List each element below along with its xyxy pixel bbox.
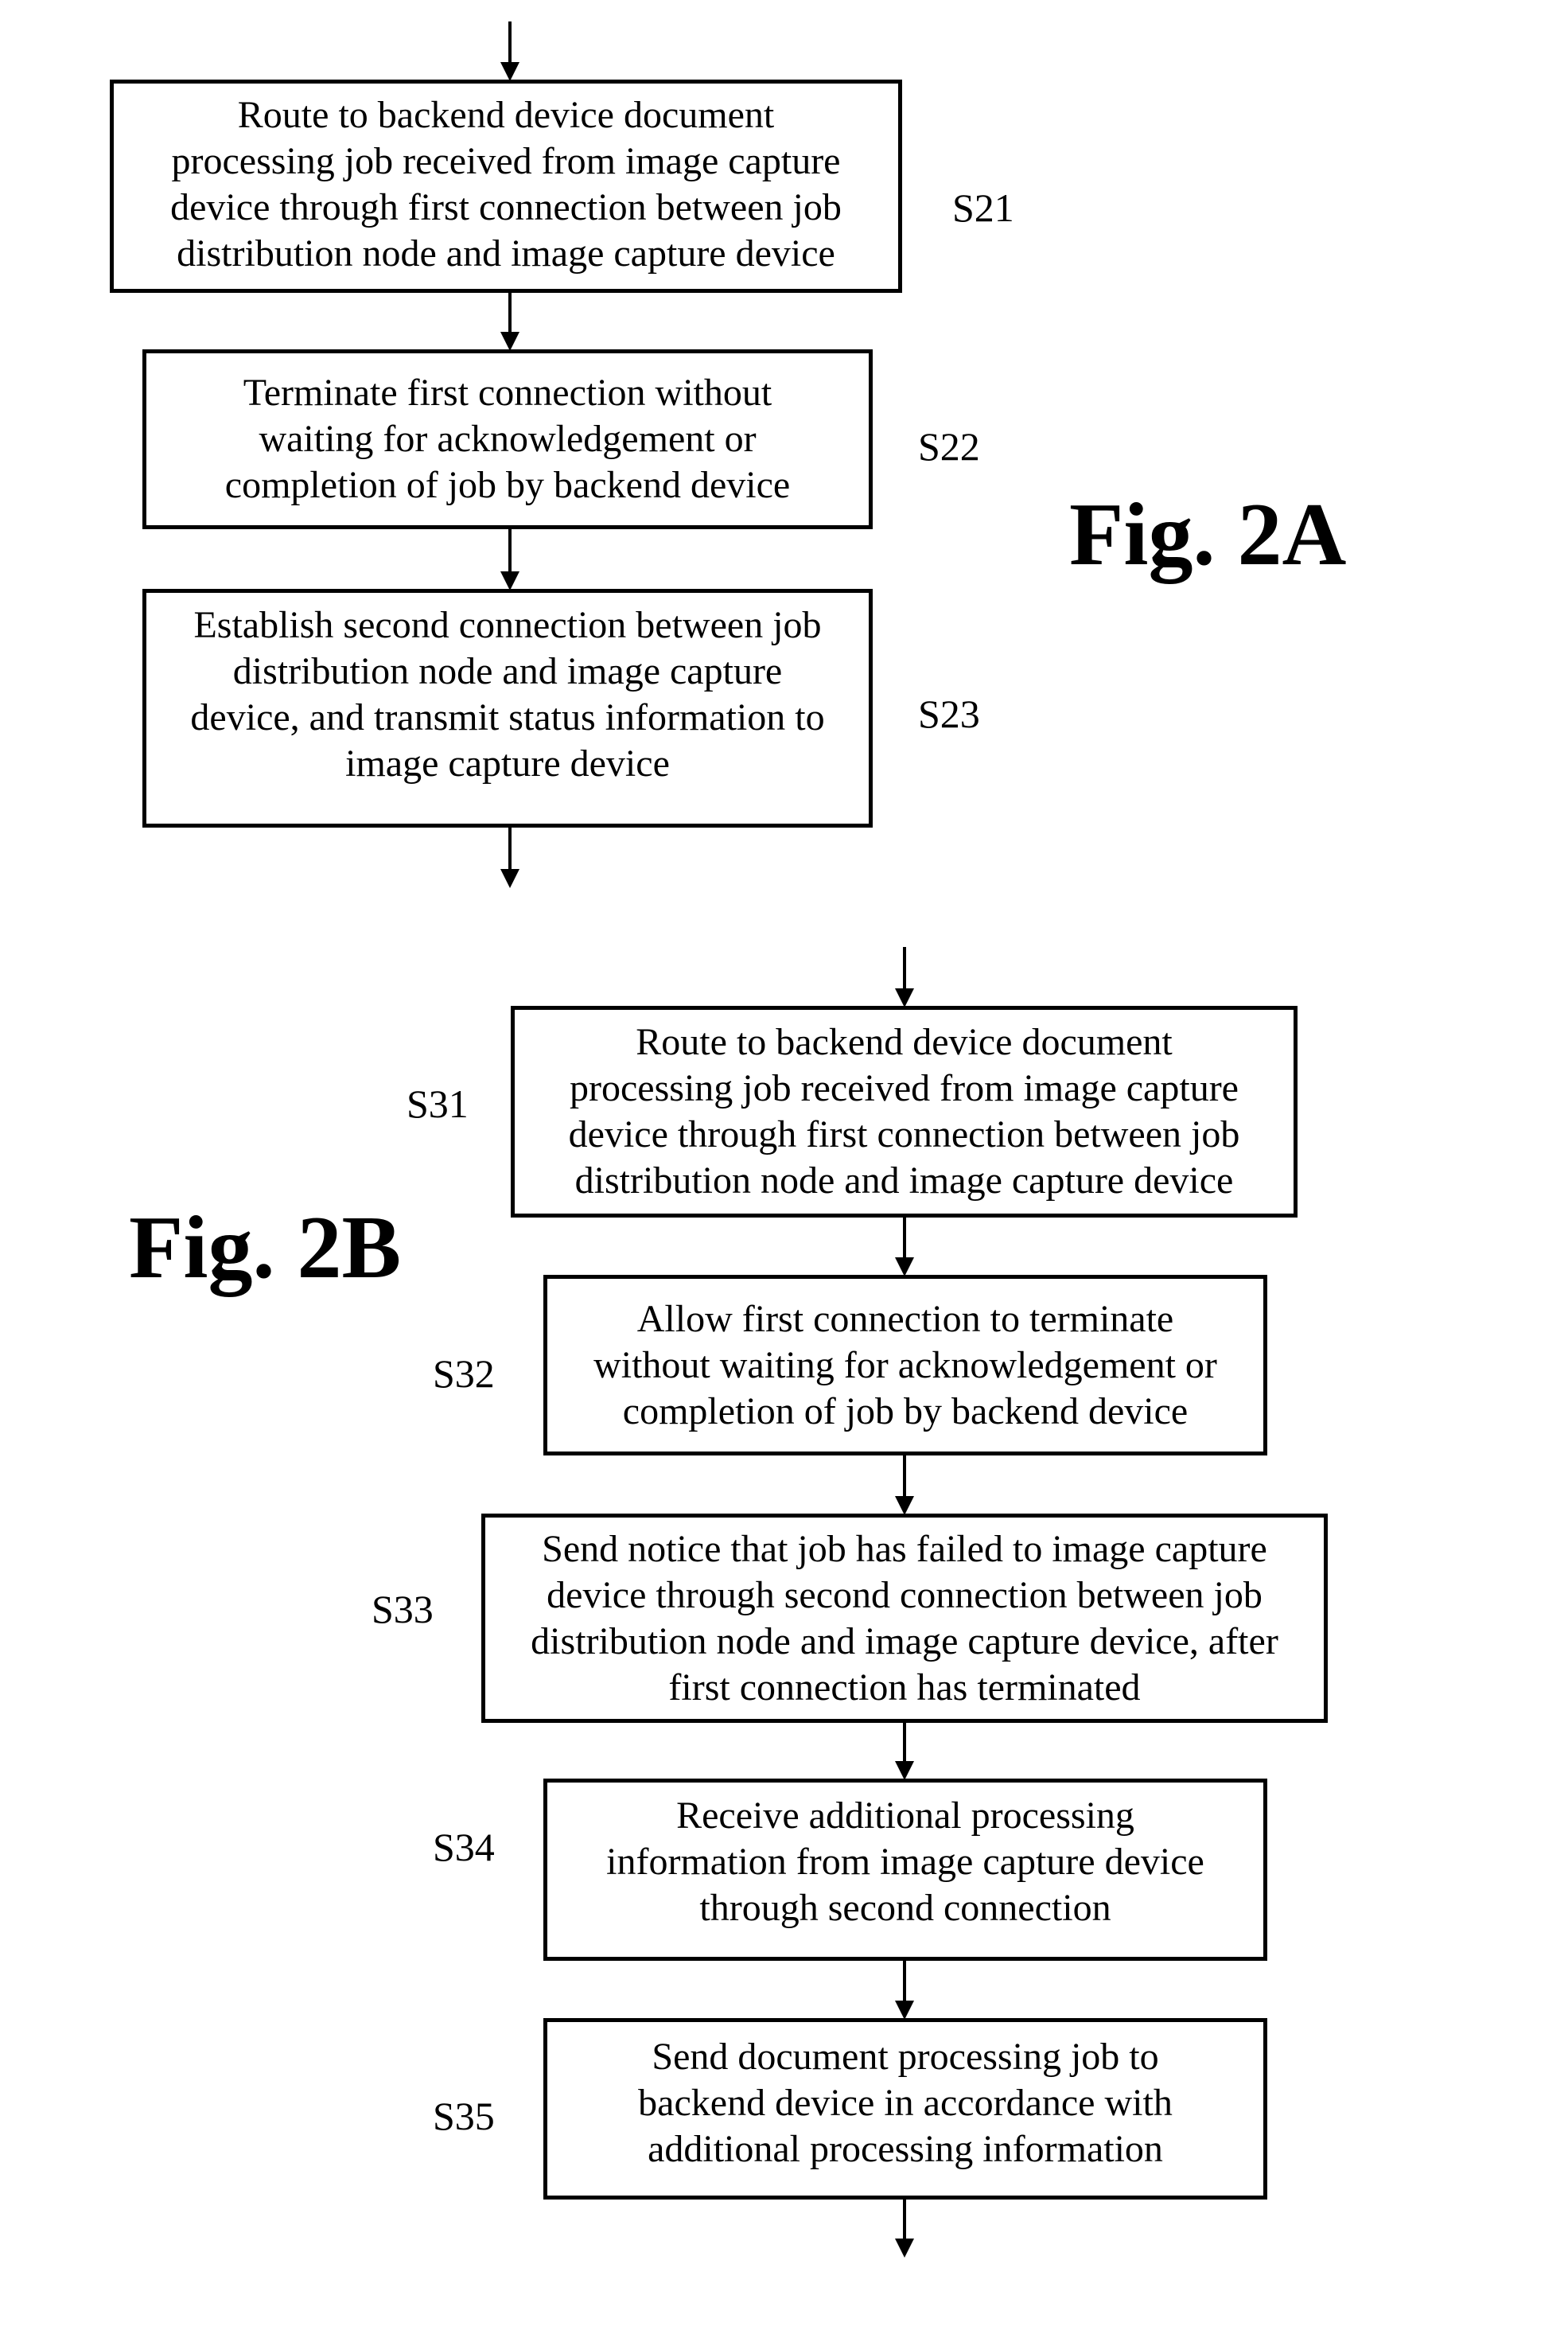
step-text-line: waiting for acknowledgement or: [259, 418, 757, 460]
step-text-line: processing job received from image captu…: [171, 140, 841, 182]
step-box-s31: Route to backend device document process…: [511, 1006, 1298, 1218]
step-text-line: backend device in accordance with: [638, 2082, 1173, 2124]
step-text-line: Terminate first connection without: [243, 372, 772, 414]
step-label-s33: S33: [372, 1587, 434, 1631]
step-text-line: device, and transmit status information …: [190, 696, 825, 738]
step-text-line: first connection has terminated: [668, 1666, 1141, 1709]
step-box-s33: Send notice that job has failed to image…: [481, 1514, 1328, 1723]
step-text-line: information from image capture device: [606, 1840, 1204, 1883]
step-text-line: Receive additional processing: [676, 1794, 1134, 1837]
step-label-s35: S35: [433, 2094, 495, 2138]
step-label-s23: S23: [918, 692, 980, 736]
step-text-line: Route to backend device document: [636, 1021, 1173, 1063]
step-text-line: device through first connection between …: [170, 186, 842, 228]
step-text-line: distribution node and image capture devi…: [574, 1159, 1234, 1202]
step-text-line: through second connection: [699, 1886, 1111, 1929]
step-label-s32: S32: [433, 1351, 495, 1396]
figure-title-2a: Fig. 2A: [1069, 485, 1347, 584]
step-text-line: Route to backend device document: [237, 94, 775, 136]
step-label-s31: S31: [407, 1081, 469, 1126]
step-text-line: Establish second connection between job: [193, 604, 822, 646]
step-box-s35: Send document processing job to backend …: [543, 2018, 1267, 2200]
step-box-s32: Allow first connection to terminate with…: [543, 1275, 1267, 1455]
step-text-line: Send document processing job to: [652, 2036, 1159, 2078]
step-label-s34: S34: [433, 1825, 495, 1869]
step-box-s34: Receive additional processing informatio…: [543, 1779, 1267, 1961]
step-text-line: distribution node and image capture devi…: [177, 232, 835, 275]
step-text-line: completion of job by backend device: [224, 464, 791, 506]
step-label-s21: S21: [952, 185, 1014, 230]
step-text-line: Send notice that job has failed to image…: [542, 1527, 1267, 1570]
step-text-line: distribution node and image capture: [232, 650, 783, 692]
step-text-line: processing job received from image captu…: [570, 1067, 1239, 1109]
step-box-s22: Terminate first connection without waiti…: [142, 349, 873, 529]
step-text-line: device through second connection between…: [547, 1573, 1263, 1616]
step-text-line: completion of job by backend device: [622, 1389, 1189, 1432]
step-box-s21: Route to backend device document process…: [110, 80, 902, 293]
step-text-line: Allow first connection to terminate: [636, 1297, 1174, 1340]
step-text-line: distribution node and image capture devi…: [531, 1619, 1278, 1662]
step-text-line: without waiting for acknowledgement or: [593, 1343, 1217, 1386]
step-text-line: additional processing information: [648, 2128, 1163, 2170]
step-text-line: device through first connection between …: [568, 1113, 1240, 1155]
step-label-s22: S22: [918, 424, 980, 469]
step-text-line: image capture device: [345, 742, 670, 785]
step-box-s23: Establish second connection between job …: [142, 589, 873, 828]
figure-title-2b: Fig. 2B: [129, 1198, 402, 1297]
